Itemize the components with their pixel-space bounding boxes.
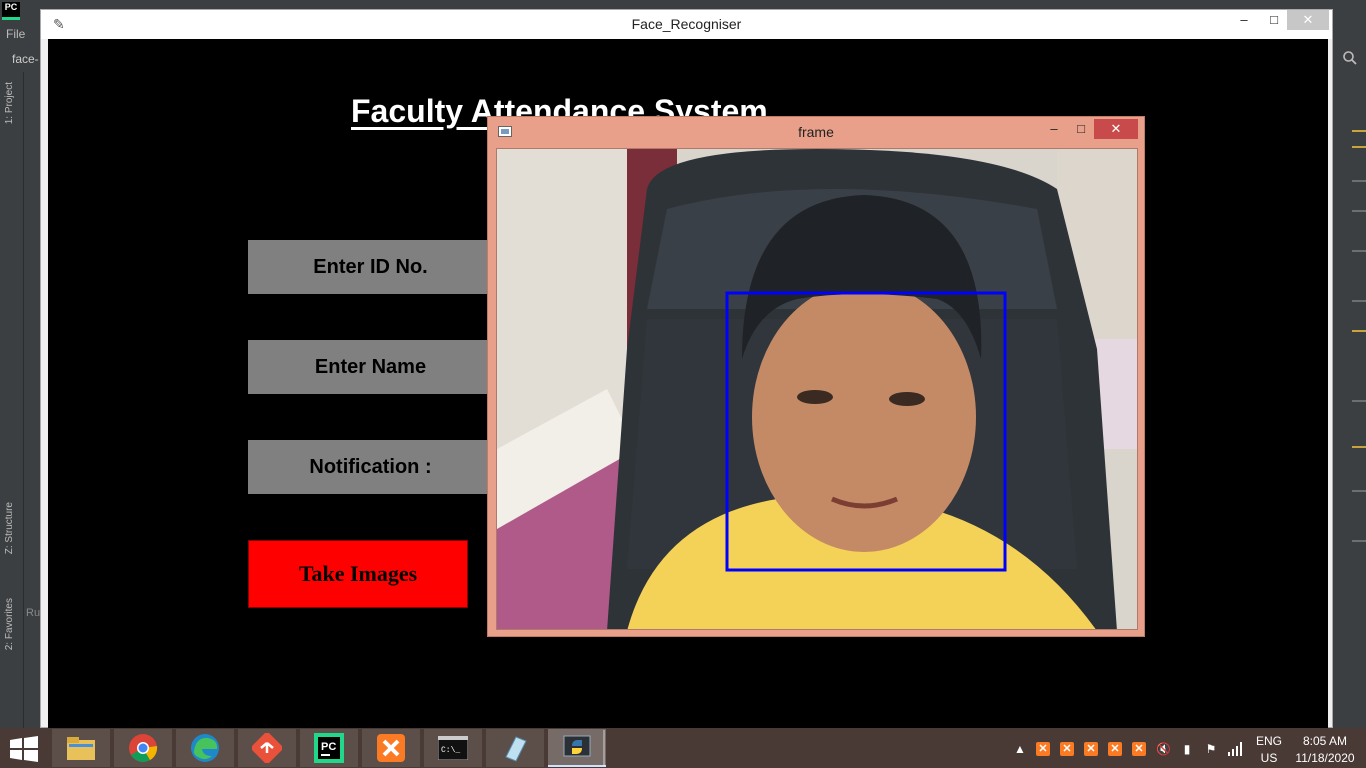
name-label: Enter Name [248,340,493,394]
frame-close-button[interactable]: ✕ [1094,119,1138,139]
gutter-marker [1352,446,1366,448]
search-icon[interactable] [1342,50,1358,66]
xampp-tray-icon[interactable]: ✕ [1084,742,1098,756]
xampp-tray-icon[interactable]: ✕ [1060,742,1074,756]
xampp-tray-icon[interactable]: ✕ [1108,742,1122,756]
gutter-marker [1352,146,1366,148]
pycharm-icon: PC [314,733,344,763]
frame-titlebar[interactable]: frame – □ ✕ [488,117,1144,147]
gutter-marker [1352,130,1366,132]
network-error-icon[interactable]: ⚑ [1204,742,1218,756]
xampp-tray-icon[interactable]: ✕ [1036,742,1050,756]
notes-icon [505,736,527,762]
side-tab-project[interactable]: 1: Project [4,82,15,124]
file-explorer-taskbar-button[interactable] [52,729,110,767]
pycharm-logo-icon: PC [2,2,20,20]
volume-muted-icon[interactable]: 🔇 [1156,742,1171,756]
command-prompt-taskbar-button[interactable]: C:\_ [424,729,482,767]
language-indicator[interactable]: ENG US [1254,734,1284,765]
edge-taskbar-button[interactable] [176,729,234,767]
xampp-taskbar-button[interactable] [362,729,420,767]
menu-file[interactable]: File [6,27,25,41]
webcam-image [497,149,1137,629]
edge-icon [191,734,219,762]
taskbar-separator [603,730,605,766]
gutter-marker [1352,180,1366,182]
device-icon[interactable]: ▮ [1180,742,1194,756]
xampp-icon [377,734,405,762]
ide-project-tab-row: face- [0,46,40,72]
python-icon [563,735,591,757]
ide-menubar: File [0,22,40,46]
svg-text:C:\_: C:\_ [441,746,460,755]
terminal-icon: C:\_ [438,736,468,760]
minimize-button[interactable]: – [1229,10,1259,30]
notes-taskbar-button[interactable] [486,729,544,767]
side-tab-favorites[interactable]: 2: Favorites [4,598,15,650]
git-icon [252,733,282,763]
clock-time: 8:05 AM [1302,734,1348,748]
folder-icon [67,737,95,760]
window-title: Face_Recogniser [631,16,742,32]
webcam-feed [496,148,1138,630]
ide-right-gutter [1334,0,1366,728]
ide-project-panel: Ru [24,72,40,728]
close-button[interactable]: ✕ [1287,10,1329,30]
keyboard-layout: US [1260,751,1278,765]
gutter-marker [1352,540,1366,542]
maximize-button[interactable]: □ [1259,10,1289,30]
frame-window: frame – □ ✕ [487,116,1145,637]
frame-maximize-button[interactable]: □ [1066,119,1096,139]
id-label: Enter ID No. [248,240,493,294]
gutter-marker [1352,300,1366,302]
side-tab-structure[interactable]: Z: Structure [4,502,15,554]
gutter-marker [1352,400,1366,402]
show-hidden-icons-icon[interactable]: ▲ [1013,742,1027,756]
project-tab[interactable]: face- [12,52,39,66]
ide-left-toolstrip: 1: Project Z: Structure 2: Favorites [0,72,24,728]
notification-label: Notification : [248,440,493,494]
xampp-tray-icon[interactable]: ✕ [1132,742,1146,756]
wifi-signal-icon[interactable] [1228,742,1244,756]
pycharm-taskbar-button[interactable]: PC [300,729,358,767]
run-panel-label: Ru [26,607,41,619]
git-tool-taskbar-button[interactable] [238,729,296,767]
frame-minimize-button[interactable]: – [1039,119,1069,139]
language-code: ENG [1255,734,1282,748]
python-taskbar-button[interactable] [548,729,606,767]
gutter-marker [1352,490,1366,492]
chrome-icon [129,734,158,762]
svg-text:PC: PC [321,741,336,753]
windows-start-icon[interactable] [8,736,40,762]
taskbar: PC C:\_ ▲ ✕ ✕ ✕ ✕ ✕ 🔇 ▮ ⚑ ENG US 8:05 AM… [0,728,1366,768]
take-images-button[interactable]: Take Images [248,540,468,608]
gutter-marker [1352,210,1366,212]
gutter-marker [1352,330,1366,332]
clock-date: 11/18/2020 [1295,751,1355,765]
tk-titlebar[interactable]: ✎ Face_Recogniser – □ ✕ [41,10,1332,39]
chrome-taskbar-button[interactable] [114,729,172,767]
clock[interactable]: 8:05 AM 11/18/2020 [1290,734,1360,765]
gutter-marker [1352,250,1366,252]
